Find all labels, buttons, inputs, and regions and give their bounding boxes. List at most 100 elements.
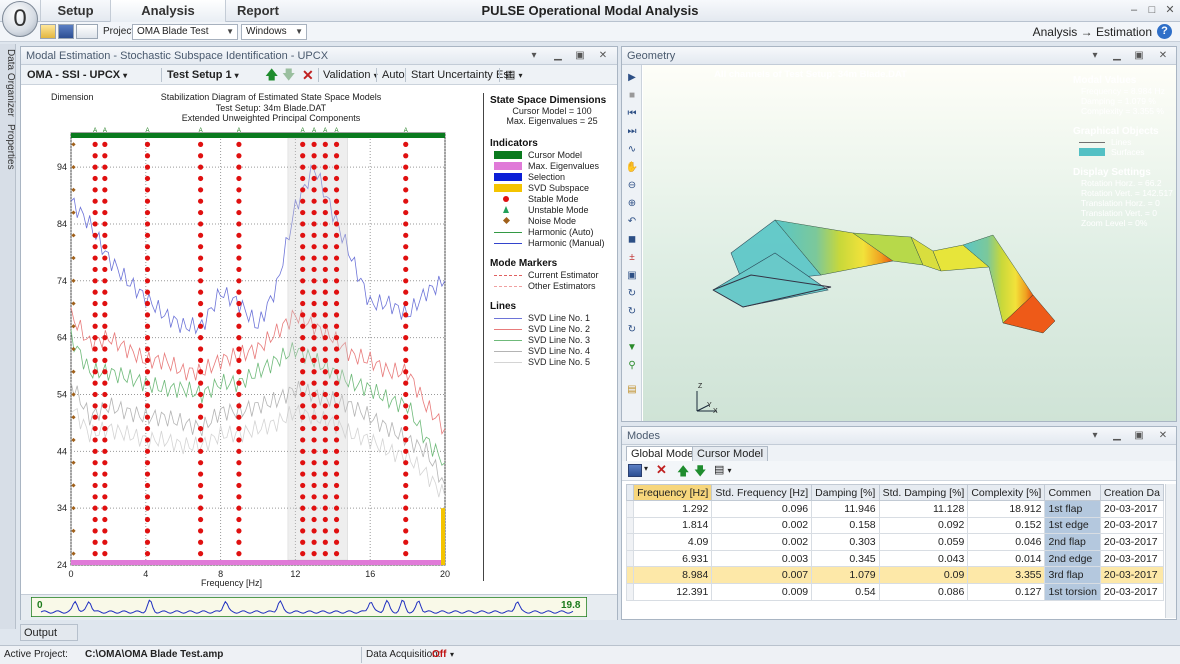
rotate-y-icon[interactable]: ↻ xyxy=(625,305,639,319)
delete-icon[interactable]: ✕ xyxy=(656,462,667,478)
windows-select[interactable]: Windows ▼ xyxy=(241,24,307,40)
move-down-icon[interactable]: 🡇 xyxy=(694,462,706,483)
delete-icon[interactable]: ✕ xyxy=(302,65,314,85)
tab-properties[interactable]: Properties xyxy=(0,122,16,172)
project-select[interactable]: OMA Blade Test ▼ xyxy=(132,24,238,40)
setup-dropdown[interactable]: Test Setup 1 ▾ xyxy=(167,65,239,85)
panel-minimize-icon[interactable]: ▁ xyxy=(551,49,565,62)
filter-icon[interactable]: ▼ xyxy=(625,341,639,355)
maximize-button[interactable]: □ xyxy=(1144,3,1160,17)
save-icon[interactable] xyxy=(628,464,642,477)
table-corner[interactable] xyxy=(625,484,635,501)
blade-model[interactable] xyxy=(703,175,1063,345)
table-row[interactable]: 8.984 0.007 1.079 0.09 3.355 3rd flap 20-03-20… xyxy=(625,566,1165,584)
column-header[interactable]: Creation Da xyxy=(1099,484,1165,501)
modes-scrollbar[interactable] xyxy=(1165,484,1176,618)
stabilization-chart[interactable]: 0 4 8 12 16 202434445464748494A A A A A A A A A A xyxy=(49,125,469,595)
column-header[interactable]: Complexity [%] xyxy=(967,484,1046,501)
table-row[interactable]: 12.391 0.009 0.54 0.086 0.127 1st torsion 20-0… xyxy=(625,582,1165,601)
move-up-icon[interactable]: 🡅 xyxy=(677,462,689,483)
comment-cell[interactable]: 1st edge xyxy=(1044,516,1101,535)
panel-minimize-icon[interactable]: ▁ xyxy=(1110,429,1124,442)
panel-close-icon[interactable]: ✕ xyxy=(1156,429,1170,442)
close-button[interactable]: ✕ xyxy=(1162,3,1178,17)
panel-restore-icon[interactable]: ▣ xyxy=(573,49,587,62)
chevron-down-icon[interactable]: ▾ xyxy=(450,646,454,664)
tab-setup[interactable]: Setup xyxy=(40,0,110,22)
row-header[interactable] xyxy=(625,516,635,535)
save-icon[interactable] xyxy=(58,24,74,39)
app-menu-button[interactable]: 0 xyxy=(2,1,38,37)
stable-mode-dot xyxy=(322,448,328,454)
rotate-x-icon[interactable]: ↻ xyxy=(625,287,639,301)
comment-cell[interactable]: 1st flap xyxy=(1044,500,1101,518)
row-header[interactable] xyxy=(625,533,635,551)
chevron-down-icon[interactable]: ▾ xyxy=(644,464,648,473)
panel-restore-icon[interactable]: ▣ xyxy=(1132,429,1146,442)
zoom-in-icon[interactable]: ⊕ xyxy=(625,197,639,211)
comment-cell[interactable]: 2nd edge xyxy=(1044,549,1101,568)
stable-mode-dot xyxy=(403,266,409,273)
report-icon[interactable]: ▤ ▾ xyxy=(714,463,731,476)
cube-icon[interactable]: ◼ xyxy=(625,233,639,247)
row-header[interactable] xyxy=(625,582,635,601)
validation-dropdown[interactable]: Validation ▾ xyxy=(323,65,378,85)
row-header[interactable] xyxy=(625,549,635,568)
panel-restore-icon[interactable]: ▣ xyxy=(1132,49,1146,62)
row-header[interactable] xyxy=(625,566,635,584)
open-folder-icon[interactable] xyxy=(40,24,56,39)
stop-icon[interactable]: ■ xyxy=(625,89,639,103)
breadcrumb-estimation[interactable]: Estimation xyxy=(1096,25,1152,39)
column-header[interactable]: Std. Frequency [Hz] xyxy=(711,484,813,501)
table-row[interactable]: 1.292 0.096 11.946 11.128 18.912 1st flap 20-0… xyxy=(625,500,1165,518)
pan-hand-icon[interactable]: ✋ xyxy=(625,161,639,175)
tab-cursor-model[interactable]: Cursor Model xyxy=(692,446,769,461)
play-icon[interactable]: ▶ xyxy=(625,71,639,85)
panel-menu-icon[interactable]: ▾ xyxy=(1088,429,1102,442)
breadcrumb-analysis[interactable]: Analysis xyxy=(1033,25,1078,39)
table-row[interactable]: 4.09 0.002 0.303 0.059 0.046 2nd flap 20-03-20… xyxy=(625,533,1165,551)
panel-close-icon[interactable]: ✕ xyxy=(1156,49,1170,62)
panel-close-icon[interactable]: ✕ xyxy=(596,49,610,62)
geometry-view[interactable]: All channels of Test Setup: 34m Blade.DA… xyxy=(643,65,1176,421)
column-header[interactable]: Commen xyxy=(1044,484,1101,501)
rotate-z-icon[interactable]: ↻ xyxy=(625,323,639,337)
panel-menu-icon[interactable]: ▾ xyxy=(527,49,541,62)
minimize-button[interactable]: – xyxy=(1126,3,1142,17)
snapshot-icon[interactable]: ▣ xyxy=(625,269,639,283)
method-dropdown[interactable]: OMA - SSI - UPCX ▾ xyxy=(27,65,127,85)
first-frame-icon[interactable]: ⏮ xyxy=(625,107,639,121)
node-icon[interactable]: ⚲ xyxy=(625,359,639,373)
panel-minimize-icon[interactable]: ▁ xyxy=(1110,49,1124,62)
comment-cell[interactable]: 2nd flap xyxy=(1044,533,1101,551)
move-up-icon[interactable]: 🡅 xyxy=(265,65,278,85)
table-row[interactable]: 1.814 0.002 0.158 0.092 0.152 1st edge 20-03-2… xyxy=(625,516,1165,535)
column-header[interactable]: Damping [%] xyxy=(811,484,880,501)
comment-cell[interactable]: 1st torsion xyxy=(1044,582,1101,601)
row-header[interactable] xyxy=(625,500,635,518)
undo-icon[interactable]: ↶ xyxy=(625,215,639,229)
comment-cell[interactable]: 3rd flap xyxy=(1044,566,1101,584)
overview-strip[interactable] xyxy=(31,597,587,617)
column-header[interactable]: Std. Damping [%] xyxy=(878,484,969,501)
report-icon[interactable]: ▤ ▾ xyxy=(505,65,522,85)
waveform-icon[interactable]: ∿ xyxy=(625,143,639,157)
help-icon[interactable]: ? xyxy=(1157,24,1172,39)
stable-mode-dot xyxy=(403,209,409,216)
output-tab[interactable]: Output xyxy=(20,624,78,641)
table-row[interactable]: 6.931 0.003 0.345 0.043 0.014 2nd edge 20-03-2… xyxy=(625,549,1165,568)
layout-icon[interactable] xyxy=(76,24,98,39)
column-header[interactable]: Frequency [Hz] xyxy=(633,484,713,501)
auto-button[interactable]: Auto xyxy=(382,65,405,85)
tab-report[interactable]: Report xyxy=(225,0,290,22)
report-icon[interactable]: ▤ xyxy=(625,383,639,397)
zoom-out-icon[interactable]: ⊖ xyxy=(625,179,639,193)
tab-analysis[interactable]: Analysis xyxy=(110,0,225,22)
tab-data-organizer[interactable]: Data Organizer xyxy=(0,48,16,118)
legend-item: Cursor Model xyxy=(490,150,614,160)
scale-icon[interactable]: ± xyxy=(625,251,639,265)
panel-menu-icon[interactable]: ▾ xyxy=(1088,49,1102,62)
data-acquisition-value[interactable]: Off xyxy=(432,646,446,664)
move-down-icon[interactable]: 🡇 xyxy=(282,65,295,85)
last-frame-icon[interactable]: ⏭ xyxy=(625,125,639,139)
